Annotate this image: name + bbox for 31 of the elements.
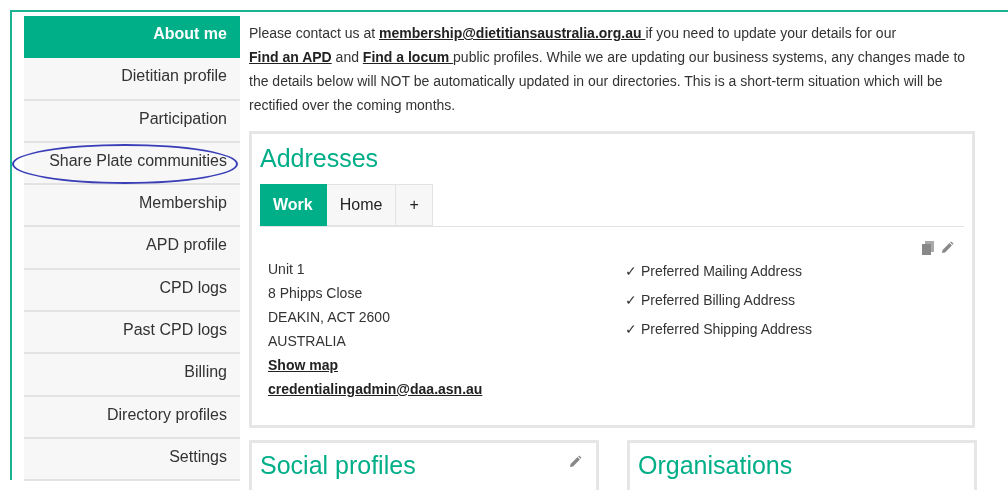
link[interactable]: Find a locum <box>362 49 454 65</box>
sidebar-item[interactable]: Billing <box>24 354 240 397</box>
copy-icon[interactable] <box>922 241 934 255</box>
preference-label: ✓ Preferred Shipping Address <box>625 321 813 337</box>
address-line: DEAKIN, ACT 2600 <box>268 309 390 325</box>
address-line: 8 Phipps Close <box>268 285 363 301</box>
link[interactable]: Find an APD <box>249 49 332 65</box>
sidebar-item[interactable]: Past CPD logs <box>24 312 240 355</box>
address-line: AUSTRALIA <box>268 333 346 349</box>
sidebar-item[interactable]: Membership <box>24 185 240 228</box>
section-title: Addresses <box>260 143 380 174</box>
tab[interactable]: + <box>396 184 433 226</box>
sidebar-item[interactable]: Participation <box>24 100 240 143</box>
tab[interactable]: Home <box>326 184 397 226</box>
sidebar-item[interactable]: CPD logs <box>24 269 240 313</box>
sidebar-item[interactable]: APD profile <box>24 227 240 270</box>
notice-text: Please contact us at membership@dietitiansaustralia.org.au if you need to update your details for our Find an APD and Find a locum public profiles. While we are updating our business systems, any changes made to the details below will NOT be automatically updated in our directories. This is a short-term situation which will be rectified over the coming months. <box>249 24 967 115</box>
link[interactable]: membership@dietitiansaustralia.org.au <box>378 25 646 41</box>
section-title: Social profiles <box>260 450 416 481</box>
sidebar-item[interactable]: Share Plate communities <box>24 142 240 186</box>
sidebar-item[interactable]: Settings <box>24 438 240 482</box>
pencil-icon[interactable] <box>940 241 954 255</box>
address-line: Unit 1 <box>268 261 305 277</box>
link[interactable]: credentialingadmin@daa.asn.au <box>268 381 483 397</box>
sidebar-item[interactable]: Directory profiles <box>24 396 240 439</box>
section-title: Organisations <box>638 450 793 481</box>
pencil-icon[interactable] <box>568 455 582 469</box>
preference-label: ✓ Preferred Mailing Address <box>625 263 802 279</box>
preference-label: ✓ Preferred Billing Address <box>625 292 795 308</box>
sidebar-item[interactable]: Dietitian profile <box>24 58 240 101</box>
link[interactable]: Show map <box>268 357 338 373</box>
